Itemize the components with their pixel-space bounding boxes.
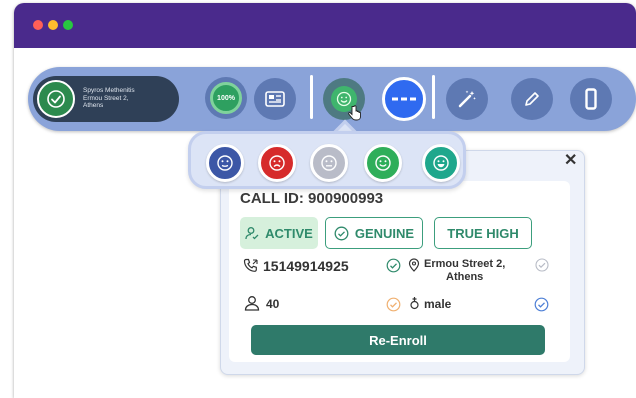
- genuine-label: GENUINE: [354, 225, 415, 241]
- user-icon: [244, 296, 260, 311]
- more-button[interactable]: [382, 77, 426, 121]
- age-value: 40: [266, 297, 280, 311]
- age-check-icon: [386, 297, 401, 312]
- smile-icon: [375, 155, 391, 171]
- edit-button[interactable]: [511, 78, 553, 120]
- emotion-very-happy-button[interactable]: [422, 144, 460, 182]
- sad-face-icon: [269, 155, 285, 171]
- magic-wand-icon: [458, 90, 476, 108]
- address: Ermou Street 2, Athens: [424, 258, 505, 284]
- neutral-face-icon: [321, 155, 337, 171]
- caller-address-line2: Athens: [83, 102, 104, 109]
- close-card-button[interactable]: ✕: [564, 150, 577, 170]
- caller-pill[interactable]: Spyros Methenitis Ermou Street 2, Athens: [33, 76, 179, 122]
- emotion-neutral-button[interactable]: [206, 144, 244, 182]
- gender-icon: [410, 297, 419, 310]
- status-badge-active: ACTIVE: [240, 217, 318, 249]
- user-check-icon: [245, 227, 259, 240]
- neutral-face-icon: [217, 155, 233, 171]
- device-icon: [585, 88, 597, 110]
- true-high-label: TRUE HIGH: [447, 225, 519, 241]
- toolbar-separator: [432, 75, 435, 119]
- status-badge-true-high: TRUE HIGH: [434, 217, 532, 249]
- toolbar-separator: [310, 75, 313, 119]
- phone-number: 15149914925: [263, 258, 349, 274]
- page: Spyros Methenitis Ermou Street 2, Athens…: [0, 0, 636, 398]
- score-label: 100%: [217, 94, 235, 102]
- re-enroll-button[interactable]: Re-Enroll: [251, 325, 545, 355]
- magic-wand-button[interactable]: [446, 78, 488, 120]
- emotion-button[interactable]: [323, 78, 365, 121]
- gender-check-icon: [534, 297, 549, 312]
- address-check-icon: [535, 258, 549, 272]
- device-button[interactable]: [570, 78, 612, 120]
- maximize-window-icon[interactable]: [63, 20, 73, 30]
- id-card-icon: [265, 91, 285, 107]
- active-label: ACTIVE: [265, 225, 313, 241]
- check-circle-icon: [334, 226, 349, 240]
- phone-verified-icon: [386, 258, 401, 273]
- phone-icon: [243, 258, 258, 272]
- gender-value: male: [424, 297, 452, 311]
- minimize-window-icon[interactable]: [48, 20, 58, 30]
- caller-name: Spyros Methenitis: [83, 87, 135, 94]
- id-card-button[interactable]: [254, 78, 296, 120]
- close-window-icon[interactable]: [33, 20, 43, 30]
- check-circle-icon: [37, 80, 75, 118]
- emotion-angry-button[interactable]: [258, 144, 296, 182]
- pencil-icon: [525, 92, 539, 106]
- status-badge-genuine: GENUINE: [325, 217, 423, 249]
- score-indicator: 100%: [205, 77, 247, 119]
- location-pin-icon: [408, 258, 420, 272]
- emotion-happy-button[interactable]: [364, 144, 402, 182]
- call-id: CALL ID: 900900993: [240, 190, 384, 207]
- caller-info: Spyros Methenitis Ermou Street 2, Athens: [83, 87, 135, 110]
- address-line1: Ermou Street 2,: [424, 258, 506, 270]
- emotion-disabled-button[interactable]: [310, 144, 348, 182]
- call-toolbar: Spyros Methenitis Ermou Street 2, Athens…: [28, 67, 636, 131]
- address-line2: Athens: [446, 271, 484, 283]
- emotion-picker: [188, 131, 466, 189]
- caller-address-line1: Ermou Street 2,: [83, 94, 129, 102]
- title-bar: [14, 3, 636, 48]
- ellipsis-icon: [392, 97, 416, 101]
- grin-icon: [433, 155, 449, 171]
- hand-cursor-icon: [348, 105, 361, 121]
